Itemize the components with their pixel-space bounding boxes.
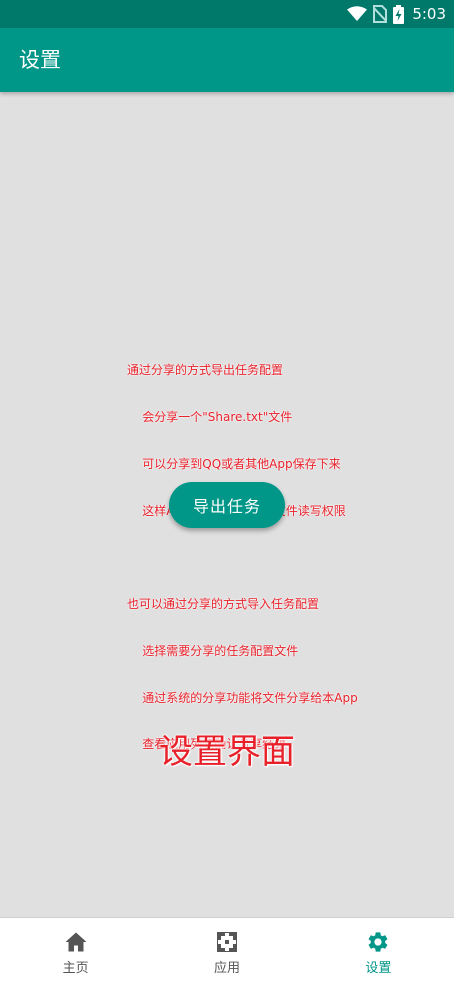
page-title: 设置 <box>19 48 61 72</box>
status-time: 5:03 <box>412 5 446 23</box>
nav-label: 设置 <box>365 961 392 976</box>
info-line: 会分享一个"Share.txt"文件 <box>127 409 293 424</box>
nav-item-apps[interactable]: 应用 <box>151 918 302 984</box>
info-line-blank: ​ <box>127 550 447 566</box>
export-tasks-button[interactable]: 导出任务 <box>169 482 285 528</box>
info-line: 通过系统的分享功能将文件分享给本App <box>127 690 358 705</box>
info-line: 通过分享的方式导出任务配置 <box>127 363 284 378</box>
wifi-icon <box>347 6 368 21</box>
status-bar: 5:03 <box>0 0 454 28</box>
screen-caption: 设置界面 <box>159 732 295 772</box>
status-icons: 5:03 <box>347 0 446 28</box>
nav-label: 应用 <box>213 961 240 976</box>
info-line: 可以分享到QQ或者其他App保存下来 <box>127 456 341 471</box>
gear-icon <box>368 932 388 952</box>
no-sim-icon <box>373 5 388 23</box>
apps-icon <box>216 932 237 952</box>
nav-item-settings[interactable]: 设置 <box>303 918 454 984</box>
info-line: 也可以通过分享的方式导入任务配置 <box>127 597 320 612</box>
nav-label: 主页 <box>62 961 89 976</box>
home-icon <box>65 932 87 952</box>
export-info-text: 通过分享的方式导出任务配置 会分享一个"Share.txt"文件 可以分享到QQ… <box>127 332 447 769</box>
bottom-navigation: 主页 应用 设置 <box>0 917 454 984</box>
battery-charging-icon <box>393 4 405 24</box>
nav-item-home[interactable]: 主页 <box>0 918 151 984</box>
info-line: 选择需要分享的任务配置文件 <box>127 643 299 658</box>
app-bar: 设置 <box>0 28 454 92</box>
